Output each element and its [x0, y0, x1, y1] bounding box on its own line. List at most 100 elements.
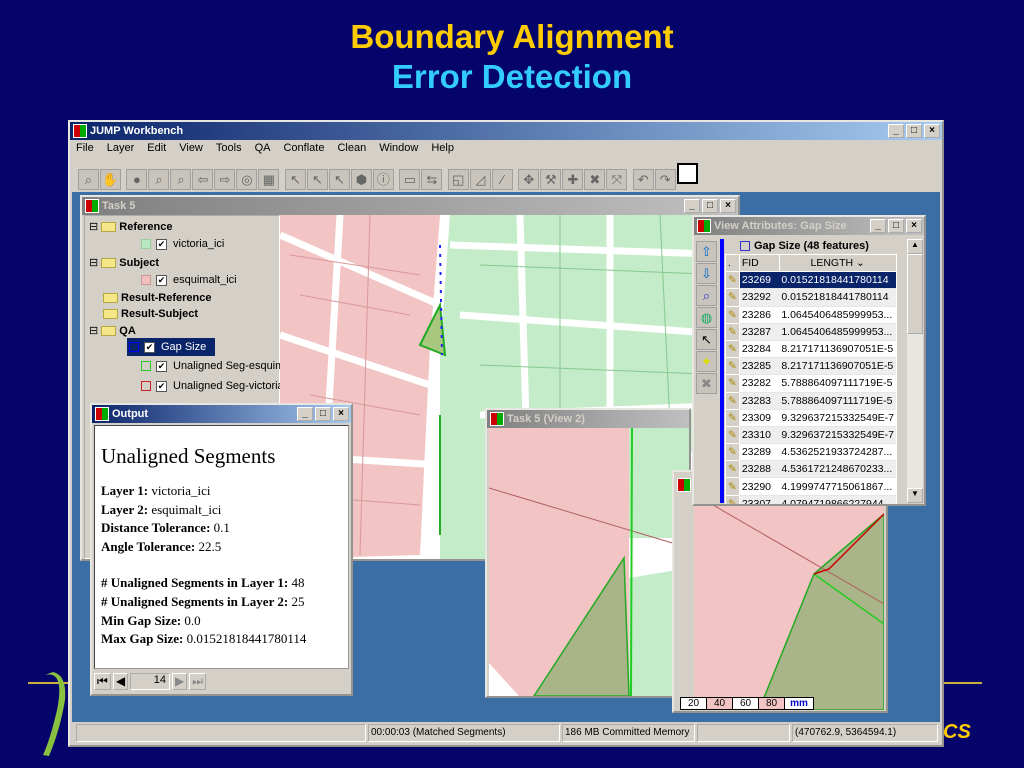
vertex-icon[interactable]: ⚒ — [540, 169, 562, 190]
delete-icon[interactable]: ✖ — [696, 373, 717, 394]
menu-tools[interactable]: Tools — [216, 142, 242, 154]
zoom-next-icon[interactable]: ⇨ — [214, 169, 236, 190]
close-button[interactable]: × — [333, 407, 349, 421]
tree-layer-gap-size[interactable]: ✔ Gap Size — [127, 338, 215, 356]
page-number[interactable]: 14 — [130, 673, 171, 690]
column-header-fid[interactable]: FID — [738, 254, 780, 273]
table-row[interactable]: ✎ 23287 1.0645406485999953... — [725, 322, 897, 341]
edit-icon[interactable]: ✎ — [725, 477, 740, 496]
maximize-button[interactable]: □ — [888, 219, 904, 233]
tree-category-reference[interactable]: ⊟ Reference — [89, 220, 172, 233]
layer-checkbox[interactable]: ✔ — [144, 341, 155, 353]
menu-layer[interactable]: Layer — [107, 142, 135, 154]
tree-category-qa[interactable]: ⊟ QA — [89, 324, 136, 337]
minimize-button[interactable]: _ — [684, 199, 700, 213]
select-parts-icon[interactable]: ↖ — [328, 169, 350, 190]
edit-icon[interactable]: ✎ — [725, 460, 740, 479]
table-row[interactable]: ✎ 23269 0.01521818441780114 — [725, 271, 897, 290]
tree-layer-unaligned-esquim[interactable]: ✔ Unaligned Seg-esquim — [141, 360, 284, 372]
zoom-selected-icon[interactable]: ⌕ — [148, 169, 170, 190]
edit-icon[interactable]: ✎ — [725, 288, 740, 307]
edit-icon[interactable]: ✎ — [725, 374, 740, 393]
edit-icon[interactable]: ✎ — [725, 443, 740, 462]
table-row[interactable]: ✎ 23285 8.217171136907051E-5 — [725, 357, 897, 376]
view2-map[interactable] — [489, 428, 689, 696]
next-page-button[interactable]: ▶ — [172, 673, 188, 690]
undo-icon[interactable]: ↶ — [632, 169, 654, 190]
close-button[interactable]: × — [906, 219, 922, 233]
zoom-prev-icon[interactable]: ⇦ — [192, 169, 214, 190]
grid-icon[interactable]: ▦ — [258, 169, 280, 190]
menu-edit[interactable]: Edit — [147, 142, 166, 154]
draw-line-icon[interactable]: ∕ — [491, 169, 513, 190]
fence-icon[interactable]: ⬢ — [350, 169, 372, 190]
tree-layer-victoria[interactable]: ✔ victoria_ici — [141, 238, 224, 250]
menu-conflate[interactable]: Conflate — [283, 142, 324, 154]
minimize-button[interactable]: _ — [888, 124, 904, 138]
measure-icon[interactable]: ▭ — [399, 169, 421, 190]
tree-category-subject[interactable]: ⊟ Subject — [89, 256, 159, 269]
arrow-down-icon[interactable]: ⇩ — [696, 263, 717, 284]
zoom-fence-icon[interactable]: ◎ — [236, 169, 258, 190]
edit-icon[interactable]: ✎ — [725, 391, 740, 410]
first-page-button[interactable]: ⏮ — [94, 673, 111, 690]
zoom-full-icon[interactable]: ● — [126, 169, 148, 190]
tree-layer-esquimalt[interactable]: ✔ esquimalt_ici — [141, 274, 237, 286]
select-features-icon[interactable]: ↖ — [284, 169, 306, 190]
maximize-button[interactable]: □ — [906, 124, 922, 138]
edit-icon[interactable]: ✎ — [725, 408, 740, 427]
edit-icon[interactable]: ✎ — [725, 322, 740, 341]
select-items-icon[interactable]: ↖ — [306, 169, 328, 190]
draw-poly-icon[interactable]: ◿ — [469, 169, 491, 190]
menu-window[interactable]: Window — [379, 142, 418, 154]
redo-icon[interactable]: ↷ — [654, 169, 676, 190]
edit-icon[interactable]: ✎ — [725, 425, 740, 445]
zoom-tool-icon[interactable]: ⌕ — [78, 169, 99, 190]
edit-icon[interactable]: ✎ — [725, 271, 740, 290]
last-page-button[interactable]: ⏭ — [189, 673, 207, 690]
minimize-button[interactable]: _ — [297, 407, 313, 421]
tree-category-result-reference[interactable]: Result-Reference — [103, 292, 211, 304]
pan-tool-icon[interactable]: ✋ — [100, 169, 121, 190]
table-row[interactable]: ✎ 23288 4.5361721248670233... — [725, 460, 897, 479]
draw-rect-icon[interactable]: ◱ — [447, 169, 469, 190]
column-header[interactable]: . — [725, 254, 740, 273]
menu-clean[interactable]: Clean — [337, 142, 366, 154]
scrollbar[interactable]: ▲ ▼ — [907, 239, 923, 503]
add-vertex-icon[interactable]: ✚ — [562, 169, 584, 190]
view3-map[interactable] — [694, 474, 884, 710]
column-header-length[interactable]: LENGTH ⌄ — [778, 254, 897, 273]
table-row[interactable]: ✎ 23310 9.329637215332549E-7 — [725, 425, 897, 445]
pointer-icon[interactable]: ↖ — [696, 329, 717, 350]
table-row[interactable]: ✎ 23292 0.01521818441780114 — [725, 288, 897, 307]
flashlight-icon[interactable]: ✦ — [696, 351, 717, 372]
menu-help[interactable]: Help — [431, 142, 454, 154]
layer-checkbox[interactable]: ✔ — [156, 274, 167, 286]
maximize-button[interactable]: □ — [315, 407, 331, 421]
layer-checkbox[interactable]: ✔ — [156, 360, 167, 372]
menu-qa[interactable]: QA — [255, 142, 271, 154]
table-row[interactable]: ✎ 23290 4.1999747715061867... — [725, 477, 897, 496]
info-icon[interactable]: ⓘ — [372, 169, 394, 190]
globe-icon[interactable]: ◍ — [696, 307, 717, 328]
menu-view[interactable]: View — [179, 142, 203, 154]
zoom-icon[interactable]: ⌕ — [696, 285, 717, 306]
table-row[interactable]: ✎ 23283 5.788864097111719E-5 — [725, 391, 897, 410]
snap-icon[interactable]: ⤧ — [606, 169, 628, 190]
close-button[interactable]: × — [720, 199, 736, 213]
maximize-button[interactable]: □ — [702, 199, 718, 213]
prev-page-button[interactable]: ◀ — [112, 673, 129, 690]
layer-checkbox[interactable]: ✔ — [156, 238, 167, 250]
minimize-button[interactable]: _ — [870, 219, 886, 233]
close-button[interactable]: × — [924, 124, 940, 138]
tree-category-result-subject[interactable]: Result-Subject — [103, 308, 198, 320]
table-row[interactable]: ✎ 23282 5.788864097111719E-5 — [725, 374, 897, 393]
table-row[interactable]: ✎ 23289 4.5362521933724287... — [725, 443, 897, 462]
arrow-up-icon[interactable]: ⇧ — [696, 241, 717, 262]
menu-file[interactable]: File — [76, 142, 94, 154]
table-row[interactable]: ✎ 23284 8.217171136907051E-5 — [725, 339, 897, 359]
delete-vertex-icon[interactable]: ✖ — [584, 169, 606, 190]
layer-checkbox[interactable]: ✔ — [156, 380, 167, 392]
table-row[interactable]: ✎ 23309 9.329637215332549E-7 — [725, 408, 897, 427]
edit-icon[interactable]: ✎ — [725, 357, 740, 376]
